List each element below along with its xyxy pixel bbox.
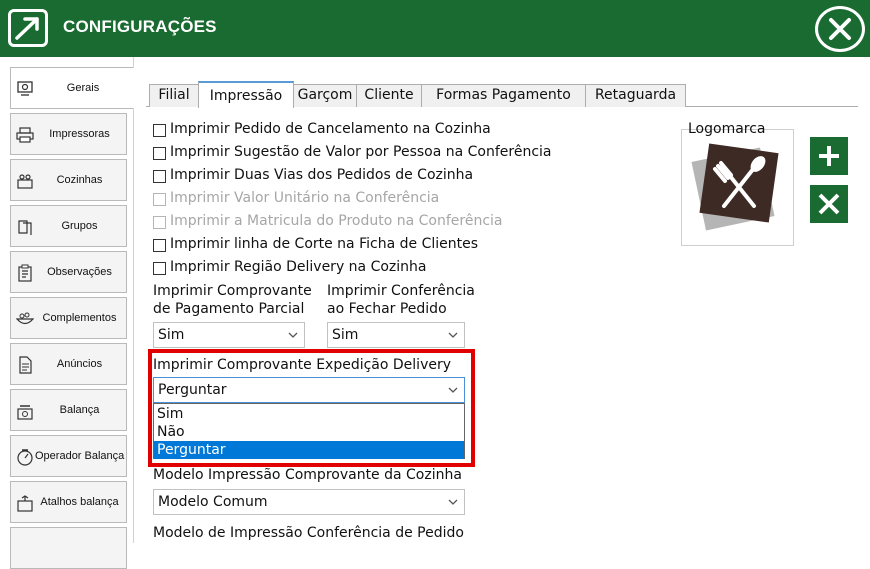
sidebar-item-impressoras[interactable]: Impressoras xyxy=(10,113,127,155)
checkbox[interactable] xyxy=(153,147,166,160)
pagamento-parcial-label-2: de Pagamento Parcial xyxy=(153,301,305,317)
document-icon xyxy=(19,356,32,374)
sidebar-item-operador-balanca[interactable]: Operador Balança xyxy=(10,435,127,477)
sidebar-item-complementos[interactable]: Complementos xyxy=(10,297,127,339)
checkbox[interactable] xyxy=(153,239,166,252)
sidebar-item-label: Operador Balança xyxy=(35,450,125,462)
sidebar-item-balanca[interactable]: Balança xyxy=(10,389,127,431)
modelo-cozinha-select[interactable]: Modelo Comum xyxy=(153,489,465,515)
checkbox xyxy=(153,216,166,229)
groups-icon xyxy=(18,220,32,235)
checkbox xyxy=(153,193,166,206)
chevron-down-icon xyxy=(448,332,458,338)
close-button[interactable] xyxy=(815,6,865,52)
remove-logo-button[interactable] xyxy=(810,185,848,223)
conferencia-fechar-select[interactable]: Sim xyxy=(327,322,465,348)
app-logo-icon xyxy=(8,9,48,47)
modelo-conferencia-label: Modelo de Impressão Conferência de Pedid… xyxy=(153,525,464,541)
kitchen-icon xyxy=(17,174,33,189)
conferencia-fechar-label-2: ao Fechar Pedido xyxy=(327,301,447,317)
add-logo-button[interactable] xyxy=(810,137,848,175)
tab-formas-pagamento[interactable]: Formas Pagamento xyxy=(421,84,586,107)
sidebar-item-atalhos-balanca[interactable]: Atalhos balança xyxy=(10,481,127,523)
modelo-cozinha-label: Modelo Impressão Comprovante da Cozinha xyxy=(153,467,462,483)
sidebar-item-label: Complementos xyxy=(42,312,117,324)
tab-garcom[interactable]: Garçom xyxy=(293,84,357,107)
pagamento-parcial-select[interactable]: Sim xyxy=(153,322,305,348)
operator-scale-icon xyxy=(17,449,33,466)
x-icon xyxy=(818,193,840,215)
title-bar: CONFIGURAÇÕES xyxy=(0,0,870,57)
sidebar-item-more[interactable] xyxy=(10,527,127,569)
settings-sidebar: Gerais Impressoras Cozinhas Grupos Obser… xyxy=(0,57,134,569)
scale-icon xyxy=(17,405,33,420)
sidebar-item-gerais[interactable]: Gerais xyxy=(10,67,134,109)
printer-icon xyxy=(16,127,34,143)
sidebar-item-label: Gerais xyxy=(66,82,100,94)
clipboard-icon xyxy=(18,264,32,282)
sidebar-item-grupos[interactable]: Grupos xyxy=(10,205,127,247)
bowl-icon xyxy=(16,312,34,325)
chevron-down-icon xyxy=(448,499,458,505)
sidebar-item-label: Anúncios xyxy=(56,358,103,370)
tab-impressao[interactable]: Impressão xyxy=(198,81,294,108)
sidebar-item-label: Observações xyxy=(47,266,112,278)
tab-filial[interactable]: Filial xyxy=(149,84,199,107)
tab-retaguarda[interactable]: Retaguarda xyxy=(585,84,686,107)
sidebar-item-cozinhas[interactable]: Cozinhas xyxy=(10,159,127,201)
conferencia-fechar-label-1: Imprimir Conferência xyxy=(327,283,475,299)
close-icon xyxy=(829,18,851,40)
settings-content: Filial Impressão Garçom Cliente Formas P… xyxy=(134,57,870,543)
pagamento-parcial-label-1: Imprimir Comprovante xyxy=(153,283,312,299)
highlight-box xyxy=(148,349,475,467)
logo-image-box[interactable] xyxy=(681,129,794,246)
sidebar-item-label: Balança xyxy=(59,404,100,416)
plus-icon xyxy=(819,146,839,166)
sidebar-item-label: Grupos xyxy=(61,220,98,232)
window-title: CONFIGURAÇÕES xyxy=(63,17,217,36)
sidebar-item-anuncios[interactable]: Anúncios xyxy=(10,343,127,385)
gear-monitor-icon xyxy=(17,81,33,96)
sidebar-item-label: Cozinhas xyxy=(56,174,103,186)
fork-spoon-icon xyxy=(691,143,779,231)
sidebar-item-label: Impressoras xyxy=(49,128,110,140)
tab-cliente[interactable]: Cliente xyxy=(356,84,422,107)
chevron-down-icon xyxy=(288,332,298,338)
checkbox[interactable] xyxy=(153,124,166,137)
shortcut-scale-icon xyxy=(17,495,33,512)
sidebar-item-observacoes[interactable]: Observações xyxy=(10,251,127,293)
checkbox[interactable] xyxy=(153,170,166,183)
sidebar-item-label: Atalhos balança xyxy=(40,496,119,508)
checkbox[interactable] xyxy=(153,262,166,275)
tab-strip: Filial Impressão Garçom Cliente Formas P… xyxy=(146,81,858,108)
logo-label: Logomarca xyxy=(688,121,766,137)
